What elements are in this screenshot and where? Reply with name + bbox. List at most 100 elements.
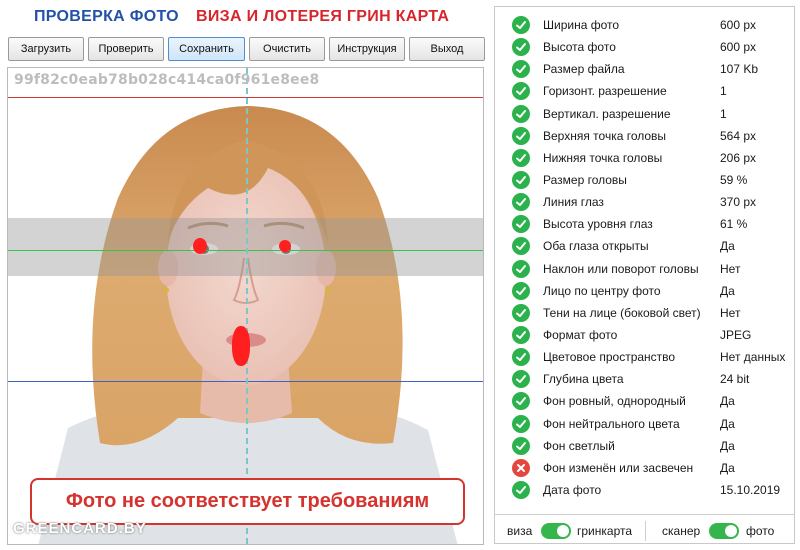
source-toggle[interactable]: [709, 523, 739, 539]
photo-hash: 99f82c0eab78b028c414ca0f961e8ee8: [14, 72, 320, 88]
check-circle-icon: [512, 82, 530, 101]
result-message: Фото не соответствует требованиям: [65, 490, 430, 512]
check-value: Да: [720, 283, 735, 298]
check-value: 564 px: [720, 128, 757, 143]
load-button[interactable]: Загрузить: [8, 37, 84, 61]
check-row: Фон нейтрального цвета Да: [495, 413, 794, 435]
save-button[interactable]: Сохранить: [168, 37, 245, 61]
check-row: Размер файла 107 Kb: [495, 58, 794, 80]
check-value: 24 bit: [720, 372, 750, 387]
check-circle-icon: [512, 193, 530, 212]
watermark: GREENCARD.BY: [13, 520, 147, 537]
check-label: Цветовое пространство: [543, 350, 676, 365]
check-row: Тени на лице (боковой свет) Нет: [495, 302, 794, 324]
check-value: Да: [720, 394, 735, 409]
check-value: 61 %: [720, 217, 748, 232]
check-value: 1: [720, 106, 727, 121]
check-label: Нижняя точка головы: [543, 150, 663, 165]
check-value: Нет: [720, 305, 741, 320]
check-row: Вертикал. разрешение 1: [495, 103, 794, 125]
check-circle-icon: [512, 480, 530, 499]
check-circle-icon: [512, 126, 530, 145]
check-label: Фон светлый: [543, 438, 615, 453]
footer-divider: [645, 521, 646, 541]
check-circle-icon: [512, 414, 530, 433]
check-label: Оба глаза открыты: [543, 239, 649, 254]
check-value: 107 Kb: [720, 62, 759, 77]
check-value: Нет данных: [720, 350, 786, 365]
check-value: 59 %: [720, 172, 748, 187]
check-label: Фон нейтрального цвета: [543, 416, 680, 431]
check-label: Фон изменён или засвечен: [543, 460, 694, 475]
check-row: Оба глаза открыты Да: [495, 235, 794, 257]
check-label: Вертикал. разрешение: [543, 106, 671, 121]
center-guide: [246, 68, 248, 544]
mouth-marker: [232, 326, 250, 366]
check-value: Да: [720, 416, 735, 431]
check-value: 370 px: [720, 195, 757, 210]
clear-button[interactable]: Очистить: [249, 37, 325, 61]
check-value: 206 px: [720, 150, 757, 165]
check-row: Высота фото 600 px: [495, 36, 794, 58]
check-label: Тени на лице (боковой свет): [543, 305, 701, 320]
check-label: Горизонт. разрешение: [543, 84, 667, 99]
check-row: Фон светлый Да: [495, 435, 794, 457]
mode-greencard-label: гринкарта: [577, 524, 633, 538]
check-value: JPEG: [720, 327, 752, 342]
check-label: Высота уровня глаз: [543, 217, 653, 232]
check-label: Линия глаз: [543, 195, 604, 210]
check-button[interactable]: Проверить: [88, 37, 164, 61]
right-eye-marker: [279, 240, 291, 252]
check-circle-icon: [512, 237, 530, 256]
app-title: ПРОВЕРКА ФОТО: [34, 8, 179, 25]
check-value: Да: [720, 438, 735, 453]
check-label: Наклон или поворот головы: [543, 261, 699, 276]
check-row: Глубина цвета 24 bit: [495, 368, 794, 390]
check-circle-icon: [512, 16, 530, 34]
check-circle-icon: [512, 104, 530, 123]
toolbar: Загрузить Проверить Сохранить Очистить И…: [8, 37, 486, 61]
check-circle-icon: [512, 370, 530, 389]
check-row: Нижняя точка головы 206 px: [495, 147, 794, 169]
header-titles: ПРОВЕРКА ФОТО ВИЗА И ЛОТЕРЕЯ ГРИН КАРТА: [0, 8, 490, 30]
check-row: Размер головы 59 %: [495, 169, 794, 191]
check-row: Наклон или поворот головы Нет: [495, 258, 794, 280]
check-label: Глубина цвета: [543, 372, 624, 387]
check-row: Горизонт. разрешение 1: [495, 80, 794, 102]
result-banner: Фото не соответствует требованиям: [30, 478, 465, 525]
check-label: Размер файла: [543, 62, 625, 77]
check-circle-icon: [512, 325, 530, 344]
check-row: Формат фото JPEG: [495, 324, 794, 346]
check-label: Размер головы: [543, 172, 627, 187]
check-row: Верхняя точка головы 564 px: [495, 125, 794, 147]
cross-circle-icon: [512, 458, 530, 477]
check-label: Формат фото: [543, 327, 618, 342]
check-circle-icon: [512, 38, 530, 57]
app-subtitle: ВИЗА И ЛОТЕРЕЯ ГРИН КАРТА: [196, 8, 450, 25]
check-circle-icon: [512, 303, 530, 322]
check-circle-icon: [512, 60, 530, 79]
check-circle-icon: [512, 170, 530, 189]
check-value: 600 px: [720, 18, 757, 32]
checks-list: Ширина фото 600 px Высота фото 600 px Размер…: [495, 14, 794, 501]
check-row: Высота уровня глаз 61 %: [495, 213, 794, 235]
panel-footer: виза гринкарта сканер фото: [495, 514, 794, 544]
check-row: Дата фото 15.10.2019: [495, 479, 794, 501]
checks-panel: Ширина фото 600 px Высота фото 600 px Размер…: [494, 6, 795, 544]
check-value: Да: [720, 239, 735, 254]
check-label: Лицо по центру фото: [543, 283, 661, 298]
exit-button[interactable]: Выход: [409, 37, 485, 61]
check-value: Да: [720, 460, 735, 475]
check-circle-icon: [512, 148, 530, 167]
instructions-button[interactable]: Инструкция: [329, 37, 405, 61]
check-row: Фон ровный, однородный Да: [495, 390, 794, 412]
check-value: 1: [720, 84, 727, 99]
check-row: Цветовое пространство Нет данных: [495, 346, 794, 368]
left-eye-marker: [193, 238, 207, 254]
check-circle-icon: [512, 436, 530, 455]
check-value: 15.10.2019: [720, 482, 781, 497]
mode-toggle[interactable]: [541, 523, 571, 539]
check-circle-icon: [512, 392, 530, 411]
check-row: Линия глаз 370 px: [495, 191, 794, 213]
check-label: Дата фото: [543, 482, 602, 497]
